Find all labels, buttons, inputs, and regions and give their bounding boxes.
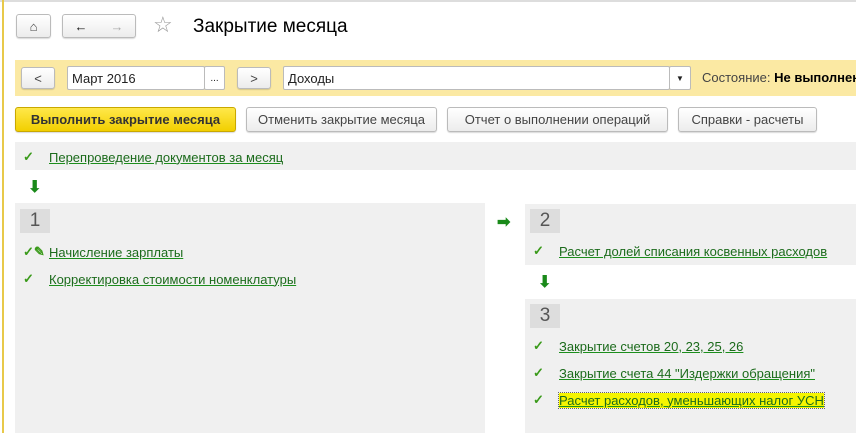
tax-mode-dropdown[interactable]: ▼ xyxy=(669,66,691,90)
forward-icon[interactable]: → xyxy=(111,19,124,34)
step-item: ✓ Закрытие счета 44 "Издержки обращения" xyxy=(533,365,815,381)
group-1-panel xyxy=(15,203,485,433)
check-edit-icon: ✓✎ xyxy=(23,244,45,259)
nav-buttons: ← → xyxy=(62,14,136,38)
tax-mode-field[interactable]: Доходы xyxy=(283,66,670,90)
step-link[interactable]: Начисление зарплаты xyxy=(49,245,183,260)
step-link[interactable]: Закрытие счета 44 "Издержки обращения" xyxy=(559,366,815,381)
cancel-closing-button[interactable]: Отменить закрытие месяца xyxy=(246,107,437,132)
arrow-down-icon: ⬇ xyxy=(28,179,42,196)
step-item: ✓ Корректировка стоимости номенклатуры xyxy=(23,271,296,287)
step-item: ✓✎ Начисление зарплаты xyxy=(23,244,183,260)
period-select-button[interactable]: ... xyxy=(204,66,225,90)
page-title: Закрытие месяца xyxy=(193,16,348,37)
check-icon: ✓ xyxy=(533,365,544,380)
next-period-button[interactable]: > xyxy=(237,67,271,89)
step-item: ✓ Закрытие счетов 20, 23, 25, 26 xyxy=(533,338,743,354)
state-label: Состояние: xyxy=(702,70,771,85)
arrow-down-icon: ⬇ xyxy=(538,274,552,291)
report-button[interactable]: Отчет о выполнении операций xyxy=(447,107,668,132)
top-border xyxy=(0,0,856,2)
home-icon: ⌂ xyxy=(29,18,38,34)
group-3-number: 3 xyxy=(530,304,560,328)
state: Состояние: Не выполнено xyxy=(702,70,856,85)
prev-period-button[interactable]: < xyxy=(21,67,55,89)
back-icon[interactable]: ← xyxy=(75,19,88,34)
step-link-selected[interactable]: Расчет расходов, уменьшающих налог УСН xyxy=(558,391,825,409)
group-2-number: 2 xyxy=(530,209,560,233)
run-closing-button[interactable]: Выполнить закрытие месяца xyxy=(15,107,236,132)
check-icon: ✓ xyxy=(533,243,544,258)
period-field[interactable]: Март 2016 xyxy=(67,66,205,90)
check-icon: ✓ xyxy=(533,338,544,353)
check-icon: ✓ xyxy=(23,271,34,286)
step-link[interactable]: Закрытие счетов 20, 23, 25, 26 xyxy=(559,339,743,354)
step-item: ✓ Расчет долей списания косвенных расходо… xyxy=(533,243,827,259)
step-link[interactable]: Корректировка стоимости номенклатуры xyxy=(49,272,296,287)
check-icon: ✓ xyxy=(23,149,34,164)
state-value: Не выполнено xyxy=(774,70,856,85)
check-icon: ✓ xyxy=(533,392,544,407)
home-button[interactable]: ⌂ xyxy=(16,14,51,38)
chevron-down-icon: ▼ xyxy=(676,73,684,83)
pre-step-item: ✓ Перепроведение документов за месяц xyxy=(23,149,283,165)
star-icon[interactable]: ☆ xyxy=(153,12,173,38)
pre-step-link[interactable]: Перепроведение документов за месяц xyxy=(49,150,283,165)
references-button[interactable]: Справки - расчеты xyxy=(678,107,817,132)
group-1-number: 1 xyxy=(20,209,50,233)
arrow-right-icon: ➡ xyxy=(497,214,511,231)
step-link[interactable]: Расчет долей списания косвенных расходов xyxy=(559,244,827,259)
left-border xyxy=(2,0,4,433)
step-item: ✓ Расчет расходов, уменьшающих налог УСН xyxy=(533,391,825,409)
